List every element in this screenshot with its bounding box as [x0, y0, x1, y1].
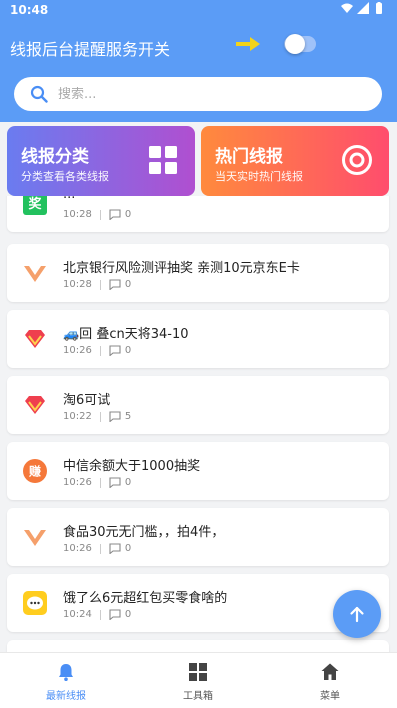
- feed-comments: 0: [124, 279, 132, 290]
- comment-icon: [109, 411, 121, 422]
- status-bar: 10:48: [0, 0, 397, 20]
- feed-card[interactable]: 饿了么6元超红包买零食啥的 10:24 0: [7, 574, 389, 632]
- comment-icon: [109, 279, 121, 290]
- bottom-nav: 最新线报 工具箱 菜单: [0, 652, 397, 708]
- svg-text:奖: 奖: [28, 196, 42, 212]
- yellow-chat-icon: [23, 591, 47, 615]
- status-time: 10:48: [10, 3, 49, 17]
- feed-title: 中信余额大于1000抽奖: [63, 459, 201, 474]
- feed-comments: 0: [124, 609, 132, 620]
- home-icon: [321, 663, 339, 680]
- svg-text:赚: 赚: [28, 464, 41, 479]
- feed-time: 10:26: [63, 477, 92, 488]
- search-bar[interactable]: [14, 77, 382, 111]
- battery-icon: [376, 2, 382, 14]
- orange-v-icon: [24, 530, 46, 546]
- arrow-up-icon: [350, 606, 364, 623]
- feed-comments: 0: [124, 209, 132, 220]
- feed-title: 饿了么6元超红包买零食啥的: [63, 591, 228, 606]
- feed-meta: 10:28 0: [63, 279, 131, 290]
- comment-icon: [109, 543, 121, 554]
- feed-meta: 10:24 0: [63, 609, 131, 620]
- nav-label: 菜单: [320, 691, 340, 702]
- feed-card[interactable]: 赚 中信余额大于1000抽奖 10:26 0: [7, 442, 389, 500]
- feed-time: 10:28: [63, 209, 92, 220]
- feed-card[interactable]: 食品30元无门槛，，拍4件， 10:26 0: [7, 508, 389, 566]
- nav-label: 工具箱: [183, 691, 213, 702]
- feed-title: 食品30元无门槛，，拍4件，: [63, 525, 225, 540]
- feed-title: 北京银行风险测评抽奖 亲测10元京东E卡: [63, 261, 300, 276]
- feed-meta: 10:26 0: [63, 477, 131, 488]
- comment-icon: [109, 209, 121, 220]
- service-toggle[interactable]: [284, 34, 316, 54]
- feed-comments: 0: [124, 345, 132, 356]
- grid-icon: [149, 146, 177, 174]
- hot-title: 热门线报: [215, 147, 283, 167]
- hot-subtitle: 当天实时热门线报: [215, 170, 303, 183]
- grid-icon: [189, 663, 207, 681]
- feed-title: 🚙回 叠cn天将34-10: [63, 327, 189, 342]
- feed-meta: 10:28 0: [63, 209, 131, 220]
- category-card[interactable]: 线报分类 分类查看各类线报: [7, 126, 195, 196]
- green-bonus-icon: 奖: [23, 196, 47, 215]
- category-subtitle: 分类查看各类线报: [21, 170, 109, 183]
- bell-icon: [59, 664, 73, 681]
- target-icon: [342, 145, 372, 175]
- nav-toolbox[interactable]: 工具箱: [132, 653, 264, 708]
- service-toggle-title: 线报后台提醒服务开关: [10, 40, 171, 59]
- arrow-right-icon: [236, 37, 260, 51]
- feed-title: 淘6可试: [63, 393, 111, 408]
- search-input[interactable]: [58, 86, 358, 102]
- toggle-knob: [285, 34, 305, 54]
- feed-comments: 0: [124, 477, 132, 488]
- hot-card[interactable]: 热门线报 当天实时热门线报: [201, 126, 389, 196]
- feed-list: 奖 ... 10:28 0 北京银行风险测评抽奖 亲测10元京东E卡 10:28…: [0, 196, 397, 652]
- comment-icon: [109, 345, 121, 356]
- feed-card[interactable]: 淘6可试 10:22 5: [7, 376, 389, 434]
- comment-icon: [109, 477, 121, 488]
- red-diamond-icon: [25, 396, 45, 414]
- category-title: 线报分类: [21, 147, 89, 167]
- feed-time: 10:26: [63, 345, 92, 356]
- feed-time: 10:28: [63, 279, 92, 290]
- nav-label: 最新线报: [46, 691, 86, 702]
- red-diamond-icon: [25, 330, 45, 348]
- feed-time: 10:26: [63, 543, 92, 554]
- feed-card[interactable]: 奖 ... 10:28 0: [7, 196, 389, 232]
- feed-card[interactable]: 北京银行风险测评抽奖 亲测10元京东E卡 10:28 0: [7, 244, 389, 302]
- app-header: 10:48 线报后台提醒服务开关: [0, 0, 397, 122]
- orange-v-icon: [24, 266, 46, 282]
- nav-menu[interactable]: 菜单: [264, 653, 396, 708]
- zhuan-icon: 赚: [23, 459, 47, 483]
- nav-latest[interactable]: 最新线报: [0, 653, 132, 708]
- feed-time: 10:24: [63, 609, 92, 620]
- feed-card[interactable]: 🚙回 叠cn天将34-10 10:26 0: [7, 310, 389, 368]
- feed-title: ...: [63, 196, 75, 202]
- search-icon: [30, 85, 48, 103]
- feed-card[interactable]: [7, 640, 389, 652]
- comment-icon: [109, 609, 121, 620]
- feed-meta: 10:22 5: [63, 411, 131, 422]
- feed-comments: 5: [124, 411, 132, 422]
- scroll-top-button[interactable]: [333, 590, 381, 638]
- wifi-icon: [341, 3, 353, 13]
- feed-time: 10:22: [63, 411, 92, 422]
- feed-meta: 10:26 0: [63, 543, 131, 554]
- signal-icon: [357, 2, 369, 14]
- feed-comments: 0: [124, 543, 132, 554]
- feed-meta: 10:26 0: [63, 345, 131, 356]
